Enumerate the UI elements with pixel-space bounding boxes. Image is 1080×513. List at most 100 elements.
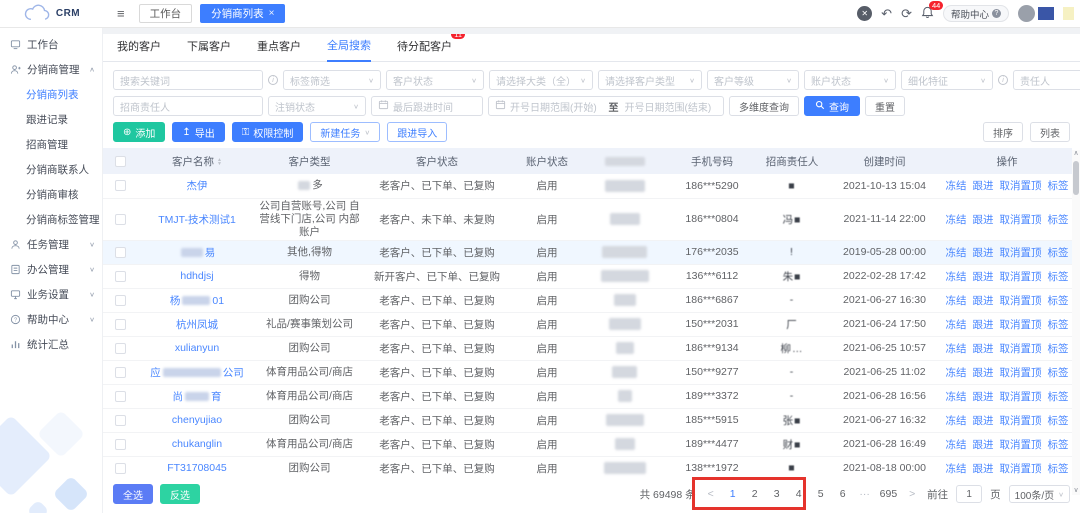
row-action-1[interactable]: 跟进 [973,439,994,451]
row-action-0[interactable]: 冻结 [946,180,967,192]
workspace-tab-0[interactable]: 工作台 [139,4,193,23]
row-action-0[interactable]: 冻结 [946,271,967,283]
page-size-select[interactable]: 100条/页 ∨ [1009,485,1070,503]
filter-select-6[interactable]: 账户状态∨ [804,70,896,90]
close-all-icon[interactable]: ✕ [857,6,872,21]
row-action-0[interactable]: 冻结 [946,295,967,307]
cell-text[interactable]: TMJT-技术测试1 [158,214,236,226]
menu-toggle-icon[interactable]: ≡ [117,6,125,21]
scrollbar-thumb[interactable] [1073,161,1079,195]
cell-text[interactable]: 杨 [170,295,181,307]
row-checkbox[interactable] [115,180,126,191]
cell-text[interactable]: 育 [211,391,222,403]
row-action-2[interactable]: 取消置顶 [1000,247,1042,259]
row-checkbox[interactable] [115,271,126,282]
cell-text[interactable]: xulianyun [175,342,219,354]
row-action-3[interactable]: 标签 [1048,343,1069,355]
row-action-3[interactable]: 标签 [1048,391,1069,403]
row-action-1[interactable]: 跟进 [973,271,994,283]
filter-select-1[interactable]: 标签筛选∨ [283,70,381,90]
row-action-0[interactable]: 冻结 [946,391,967,403]
invert-select-button[interactable]: 反选 [160,484,200,504]
row-action-2[interactable]: 取消置顶 [1000,439,1042,451]
row-action-3[interactable]: 标签 [1048,439,1069,451]
row-action-2[interactable]: 取消置顶 [1000,295,1042,307]
filter-select-7[interactable]: 细化特征∨ [901,70,993,90]
cell-text[interactable]: 应 [150,367,161,379]
row-action-0[interactable]: 冻结 [946,415,967,427]
cell-text[interactable]: chukanglin [172,438,222,450]
row-action-3[interactable]: 标签 [1048,415,1069,427]
row-action-0[interactable]: 冻结 [946,367,967,379]
row-action-2[interactable]: 取消置顶 [1000,367,1042,379]
row-action-1[interactable]: 跟进 [973,391,994,403]
row-action-0[interactable]: 冻结 [946,439,967,451]
page-tab-2[interactable]: 重点客户 [257,38,301,61]
notification-bell[interactable]: 44 [921,6,934,22]
filter-select-2[interactable]: 客户状态∨ [386,70,484,90]
select-all-button[interactable]: 全选 [113,484,153,504]
row-action-3[interactable]: 标签 [1048,319,1069,331]
row-action-2[interactable]: 取消置顶 [1000,391,1042,403]
page-number-695[interactable]: 695 [880,488,898,500]
filter-input-8[interactable]: 责任人 [1013,70,1080,90]
sidebar-item-10[interactable]: 业务设置∨ [0,282,102,307]
row-action-2[interactable]: 取消置顶 [1000,343,1042,355]
page-number-3[interactable]: 3 [770,488,784,500]
scroll-up-icon[interactable]: ∧ [1073,150,1078,158]
cell-text[interactable]: 易 [205,247,216,259]
row-action-3[interactable]: 标签 [1048,247,1069,259]
cell-text[interactable]: hdhdjsj [180,270,213,282]
row-action-1[interactable]: 跟进 [973,367,994,379]
row-action-3[interactable]: 标签 [1048,295,1069,307]
filter-select-1[interactable]: 注销状态∨ [268,96,366,116]
row-checkbox[interactable] [115,214,126,225]
row-action-1[interactable]: 跟进 [973,463,994,475]
filter-select-5[interactable]: 客户等级∨ [707,70,799,90]
page-number-6[interactable]: 6 [836,488,850,500]
row-action-0[interactable]: 冻结 [946,247,967,259]
cell-text[interactable]: FT31708045 [167,462,227,474]
sidebar-item-5[interactable]: 分销商联系人 [0,157,102,182]
row-checkbox[interactable] [115,247,126,258]
page-number-5[interactable]: 5 [814,488,828,500]
new-task-dropdown[interactable]: 新建任务∨ [310,122,380,142]
row-action-2[interactable]: 取消置顶 [1000,180,1042,192]
goto-page-input[interactable] [956,485,982,503]
row-action-2[interactable]: 取消置顶 [1000,415,1042,427]
cell-text[interactable]: 公司 [223,367,244,379]
row-action-0[interactable]: 冻结 [946,343,967,355]
page-tab-1[interactable]: 下属客户 [187,38,231,61]
row-action-1[interactable]: 跟进 [973,180,994,192]
close-icon[interactable]: × [269,8,275,19]
export-button[interactable]: ↥导出 [172,122,224,142]
cell-text[interactable]: 01 [212,295,224,307]
row-action-3[interactable]: 标签 [1048,271,1069,283]
filter-daterange-3[interactable]: 开号日期范围(开始)至开号日期范围(结束) [488,96,724,116]
sidebar-item-0[interactable]: 工作台 [0,32,102,57]
sidebar-item-3[interactable]: 跟进记录 [0,107,102,132]
sidebar-item-8[interactable]: 任务管理∨ [0,232,102,257]
undo-icon[interactable]: ↶ [881,7,892,20]
page-tab-4[interactable]: 待分配客户11 [397,38,452,61]
sort-button[interactable]: 排序 [983,122,1023,142]
row-action-3[interactable]: 标签 [1048,180,1069,192]
row-action-3[interactable]: 标签 [1048,463,1069,475]
workspace-tab-1[interactable]: 分销商列表× [200,4,285,23]
prev-page-button[interactable]: < [704,488,718,500]
row-checkbox[interactable] [115,463,126,474]
row-action-0[interactable]: 冻结 [946,214,967,226]
row-action-3[interactable]: 标签 [1048,214,1069,226]
row-action-1[interactable]: 跟进 [973,415,994,427]
row-action-2[interactable]: 取消置顶 [1000,463,1042,475]
cell-text[interactable]: 尚 [173,391,184,403]
row-action-2[interactable]: 取消置顶 [1000,214,1042,226]
row-checkbox[interactable] [115,415,126,426]
scroll-down-icon[interactable]: ∨ [1073,487,1078,495]
row-action-1[interactable]: 跟进 [973,319,994,331]
help-center-button[interactable]: 帮助中心 ? [943,5,1009,22]
row-action-1[interactable]: 跟进 [973,247,994,259]
sidebar-item-4[interactable]: 招商管理 [0,132,102,157]
query-button[interactable]: 查询 [804,96,860,116]
add-button[interactable]: ⊕添加 [113,122,165,142]
